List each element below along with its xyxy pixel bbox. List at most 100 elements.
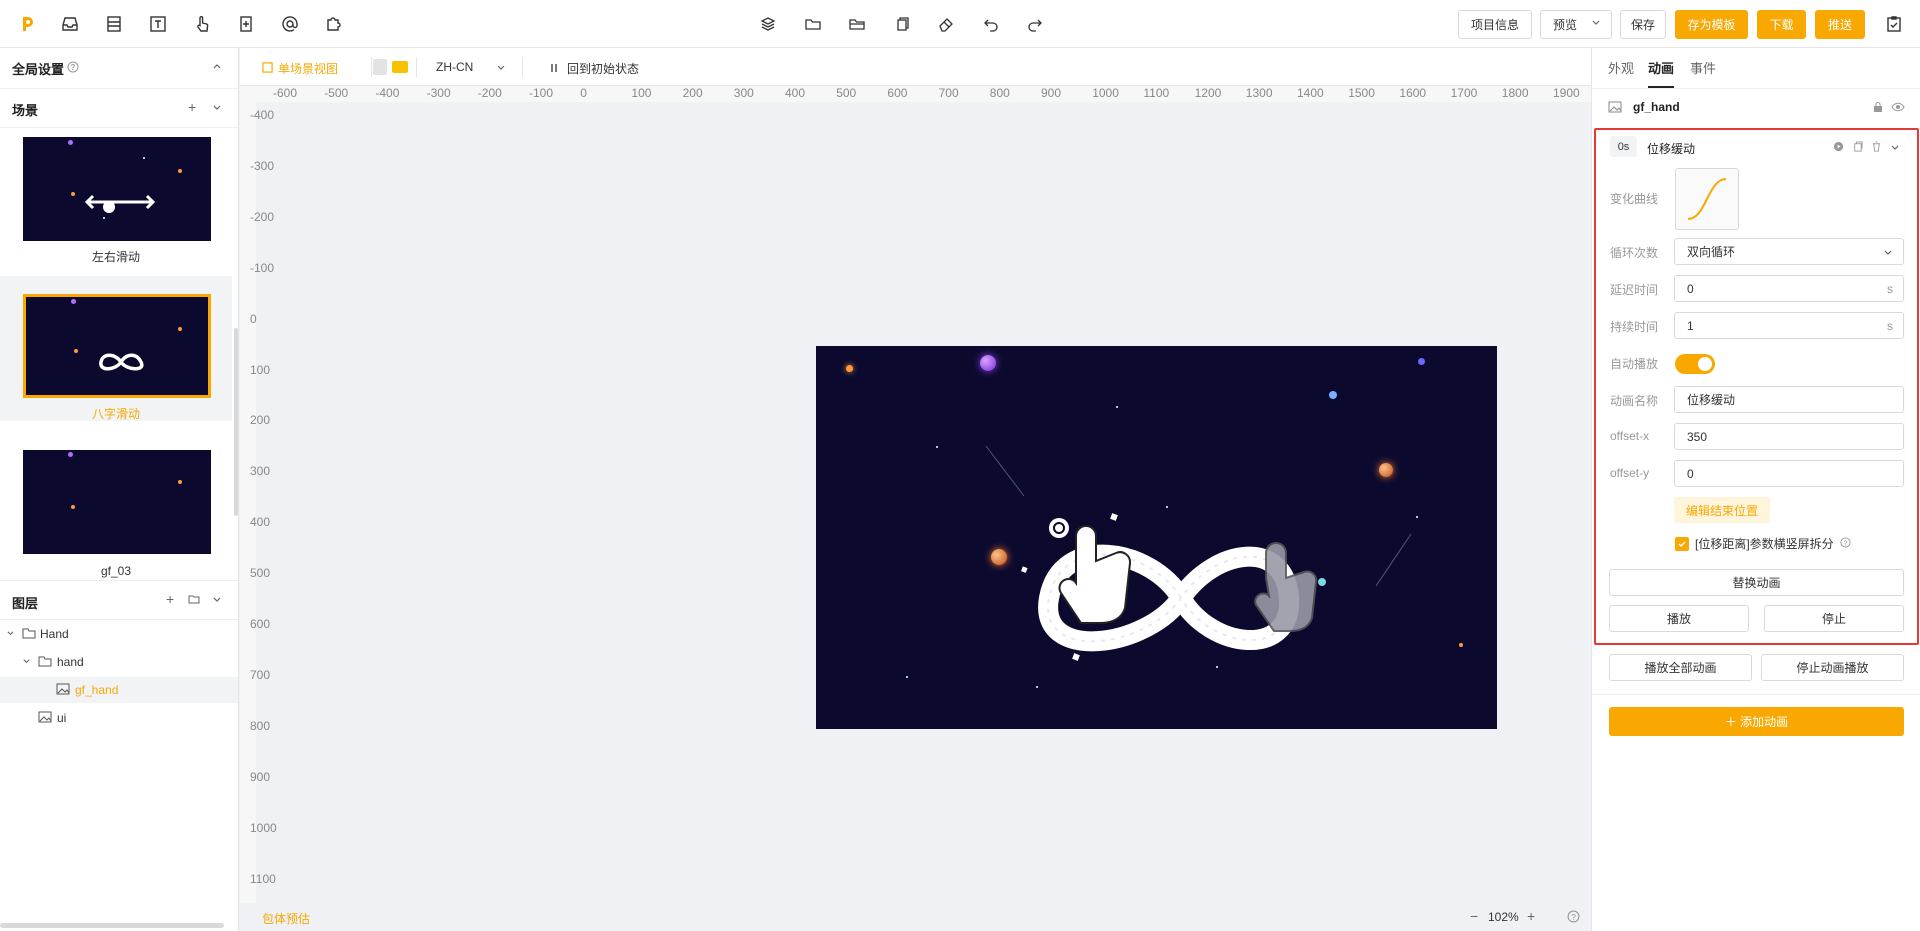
tab-appearance[interactable]: 外观 (1608, 58, 1634, 77)
tab-animation[interactable]: 动画 (1648, 58, 1674, 77)
single-view-toggle[interactable]: 单场景视图 (262, 60, 338, 77)
folder-icon[interactable] (802, 13, 824, 35)
add-animation-button[interactable]: ＋ 添加动画 (1609, 707, 1904, 736)
ruler-tick-label: 400 (785, 86, 806, 100)
help-icon[interactable]: ? (1567, 910, 1580, 926)
text-icon[interactable] (147, 13, 169, 35)
layout-icon[interactable] (103, 13, 125, 35)
add-scene-icon[interactable]: + (188, 99, 196, 115)
anim-name-label: 动画名称 (1610, 394, 1659, 408)
add-file-icon[interactable] (235, 13, 257, 35)
ruler-tick-label: 1200 (1194, 86, 1222, 100)
at-icon[interactable] (279, 13, 301, 35)
package-estimate-link[interactable]: 包体预估 (262, 910, 310, 927)
scene-thumbnail[interactable] (23, 450, 211, 554)
logo-icon[interactable] (16, 13, 38, 35)
hand-pointer-icon[interactable] (191, 13, 213, 35)
curve-label: 变化曲线 (1610, 192, 1659, 206)
play-all-button[interactable]: 播放全部动画 (1609, 654, 1752, 681)
replace-anim-button[interactable]: 替换动画 (1609, 569, 1904, 596)
chevron-down-icon[interactable] (212, 102, 222, 116)
play-button[interactable]: 播放 (1609, 605, 1749, 632)
bg-color-swatch-gray[interactable] (373, 59, 387, 75)
anim-name-input[interactable]: 位移缓动 (1674, 386, 1904, 413)
edit-end-position-button[interactable]: 编辑结束位置 (1674, 497, 1770, 523)
lock-icon[interactable] (1872, 101, 1884, 116)
chevron-down-icon[interactable] (1890, 142, 1900, 156)
project-info-button[interactable]: 项目信息 (1458, 10, 1532, 39)
svg-text:?: ? (1571, 912, 1576, 922)
scene-thumbnail[interactable] (23, 137, 211, 241)
folder-open-icon[interactable] (846, 13, 868, 35)
chevron-up-icon[interactable] (212, 60, 222, 74)
delay-input[interactable]: 0 s (1674, 275, 1904, 302)
eye-icon[interactable] (1891, 101, 1905, 116)
scene-label[interactable]: gf_03 (0, 564, 232, 578)
clipboard-check-icon[interactable] (1883, 13, 1905, 35)
scrollbar[interactable] (234, 328, 238, 516)
scrollbar-horizontal[interactable] (0, 923, 224, 928)
save-button[interactable]: 保存 (1620, 10, 1666, 39)
stop-button[interactable]: 停止 (1764, 605, 1904, 632)
pause-icon (549, 62, 559, 76)
offset-y-value: 0 (1687, 466, 1694, 481)
ruler-tick-label: -400 (250, 108, 275, 122)
inbox-icon[interactable] (59, 13, 81, 35)
folder-icon[interactable] (188, 593, 200, 608)
scene-label[interactable]: 左右滑动 (0, 248, 232, 265)
ruler-tick-label: 100 (250, 362, 271, 377)
ruler-tick-label: 1900 (1553, 86, 1580, 100)
undo-icon[interactable] (980, 13, 1002, 35)
play-circle-icon[interactable] (1833, 141, 1844, 155)
easing-curve-picker[interactable] (1675, 168, 1739, 230)
eraser-icon[interactable] (935, 13, 957, 35)
layer-row[interactable]: hand (0, 649, 238, 675)
copy-icon[interactable] (1852, 141, 1863, 155)
zoom-out-icon[interactable]: − (1470, 908, 1478, 924)
tab-events[interactable]: 事件 (1690, 58, 1716, 77)
reset-state-button[interactable]: 回到初始状态 (549, 60, 639, 77)
redo-icon[interactable] (1024, 13, 1046, 35)
save-template-button[interactable]: 存为模板 (1675, 10, 1748, 39)
global-settings-title[interactable]: 全局设置 ? (12, 59, 79, 78)
copy-icon[interactable] (891, 13, 913, 35)
chevron-down-icon[interactable] (6, 627, 15, 641)
anim-name-value: 位移缓动 (1687, 393, 1736, 407)
layer-row[interactable]: Hand (0, 621, 238, 647)
scene-thumbnail-selected[interactable] (23, 294, 211, 398)
scenes-title: 场景 (12, 103, 39, 118)
image-icon (56, 683, 70, 698)
push-button[interactable]: 推送 (1815, 10, 1865, 39)
ruler-tick-label: 0 (580, 86, 587, 100)
download-button[interactable]: 下载 (1757, 10, 1806, 39)
split-param-checkbox[interactable]: [位移距离]参数横竖屏拆分 ? (1675, 535, 1851, 552)
autoplay-toggle[interactable] (1675, 354, 1715, 374)
language-select[interactable]: ZH-CN (436, 60, 516, 74)
duration-input[interactable]: 1 s (1674, 312, 1904, 339)
add-layer-icon[interactable]: + (166, 591, 174, 607)
offset-y-input[interactable]: 0 (1674, 460, 1904, 487)
chevron-down-icon (1883, 247, 1893, 261)
offset-x-input[interactable]: 350 (1674, 423, 1904, 450)
anim-title: 位移缓动 (1647, 142, 1696, 156)
offset-x-label: offset-x (1610, 429, 1650, 443)
bg-color-swatch-yellow[interactable] (392, 61, 408, 73)
layers-icon[interactable] (757, 13, 779, 35)
layers-title: 图层 (12, 596, 39, 611)
layer-label: Hand (40, 627, 69, 641)
loop-select[interactable]: 双向循环 (1674, 238, 1904, 265)
puzzle-icon[interactable] (323, 13, 345, 35)
layer-label: hand (57, 655, 84, 669)
checkbox-checked-icon[interactable] (1675, 536, 1689, 551)
chevron-down-icon[interactable] (212, 594, 222, 608)
chevron-down-icon[interactable] (22, 655, 31, 669)
preview-dropdown[interactable]: 预览 (1540, 10, 1612, 39)
scene-stage[interactable] (816, 346, 1497, 729)
trash-icon[interactable] (1871, 141, 1882, 155)
stop-all-button[interactable]: 停止动画播放 (1761, 654, 1904, 681)
layer-row[interactable]: ui (0, 705, 238, 731)
layer-row-selected[interactable]: gf_hand (0, 677, 238, 703)
zoom-in-icon[interactable]: + (1527, 908, 1535, 924)
language-label: ZH-CN (436, 60, 474, 74)
scene-label-selected[interactable]: 八字滑动 (0, 405, 232, 422)
